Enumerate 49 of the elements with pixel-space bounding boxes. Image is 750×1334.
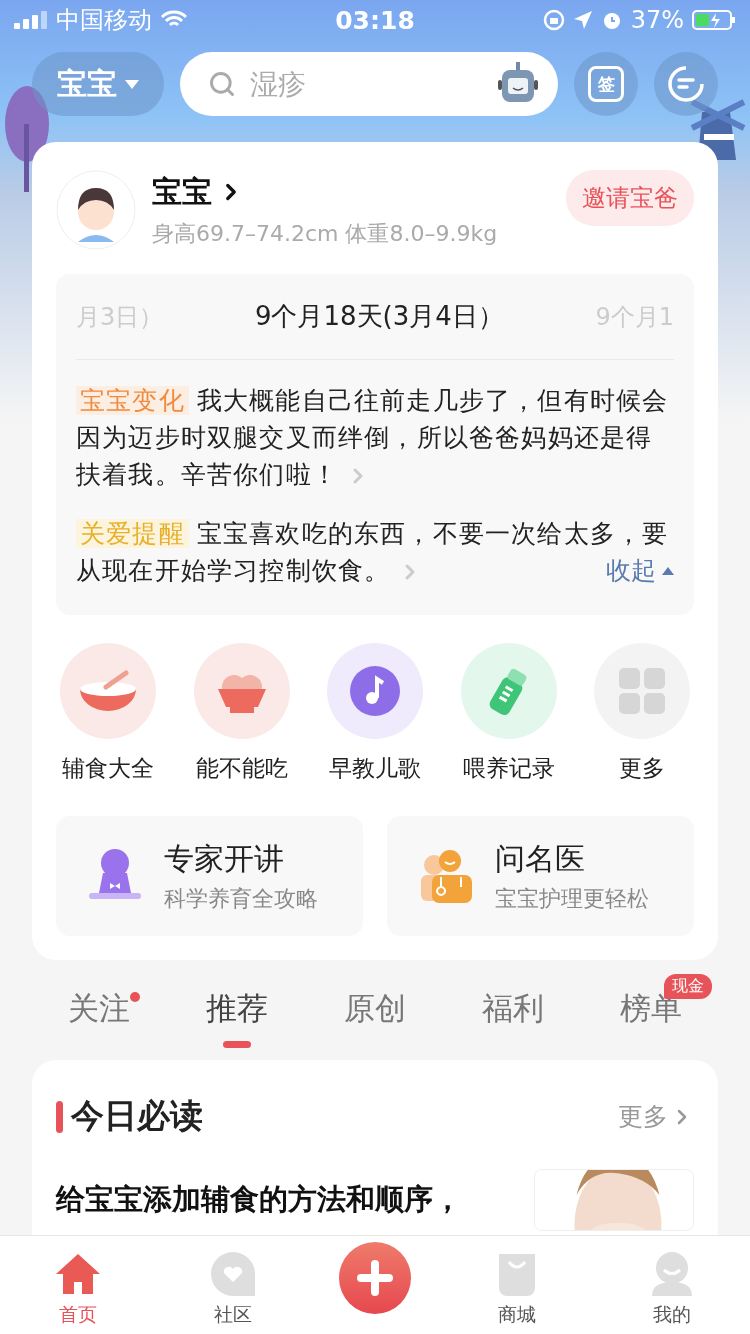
- section-title: 今日必读: [71, 1095, 204, 1137]
- up-triangle-icon: [662, 566, 674, 575]
- battery-icon: [692, 10, 736, 30]
- plus-icon: [357, 1260, 393, 1296]
- nav-item[interactable]: 商城: [466, 1250, 567, 1328]
- location-arrow-icon: [572, 10, 593, 30]
- baby-bottle-icon: [460, 643, 557, 739]
- rice-bowl-icon: [193, 643, 290, 739]
- shortcut-item[interactable]: 早教儿歌: [323, 643, 427, 784]
- search-input[interactable]: 湿疹: [248, 66, 486, 102]
- shortcut-item[interactable]: 辅食大全: [56, 643, 160, 784]
- shortcut-item[interactable]: 喂养记录: [456, 643, 561, 784]
- baby-name-link[interactable]: 宝宝: [152, 171, 244, 213]
- grid-icon: [594, 643, 690, 739]
- article-title[interactable]: 给宝宝添加辅食的方法和顺序，: [56, 1169, 514, 1221]
- shortcut-item[interactable]: 能不能吃: [189, 643, 294, 784]
- caret-icon: [125, 79, 139, 89]
- carrier-name: 中国移动: [56, 5, 152, 36]
- collapse-link[interactable]: 收起: [606, 554, 674, 587]
- tip-paragraph: 宝宝变化 我大概能自己往前走几步了，但有时候会因为迈步时双腿交叉而绊倒，所以爸爸妈妈还是得扶着我。辛苦你们啦！: [76, 385, 670, 491]
- section-marker: [56, 1100, 63, 1133]
- cash-badge: 现金: [664, 974, 712, 999]
- date-tab[interactable]: 9个月18天(3月4日）: [254, 299, 504, 334]
- feature-card[interactable]: 专家开讲 科学养育全攻略: [56, 816, 363, 936]
- feed-tab[interactable]: 福利: [482, 988, 544, 1048]
- battery-percent: 37%: [630, 6, 684, 34]
- search-field[interactable]: 湿疹: [180, 52, 558, 116]
- feature-subtitle: 科学养育全攻略: [164, 884, 318, 913]
- feed-tab[interactable]: 原创: [344, 988, 406, 1048]
- nav-item[interactable]: 首页: [27, 1250, 128, 1328]
- heart-bubble-icon: [209, 1250, 258, 1298]
- feature-subtitle: 宝宝护理更轻松: [495, 884, 649, 913]
- chat-icon: [667, 65, 705, 103]
- shortcut-item[interactable]: 更多: [590, 643, 694, 784]
- signal-icon: [14, 11, 48, 29]
- nav-item[interactable]: 社区: [183, 1250, 284, 1328]
- search-icon: [208, 70, 236, 98]
- clock-time: 03:18: [335, 5, 415, 35]
- rotation-lock-icon: [542, 9, 565, 31]
- active-underline: [223, 1041, 251, 1048]
- growth-range: 身高69.7–74.2cm 体重8.0–9.9kg: [152, 219, 499, 248]
- music-note-icon: [327, 643, 423, 739]
- feed-tab[interactable]: 关注: [68, 988, 130, 1048]
- feature-title: 专家开讲: [164, 839, 285, 878]
- nav-item[interactable]: 我的: [622, 1250, 723, 1328]
- feed-tab[interactable]: 推荐: [206, 988, 268, 1048]
- feature-card[interactable]: 问名医 宝宝护理更轻松: [387, 816, 694, 936]
- feature-title: 问名医: [495, 839, 586, 878]
- bowl-icon: [60, 643, 156, 739]
